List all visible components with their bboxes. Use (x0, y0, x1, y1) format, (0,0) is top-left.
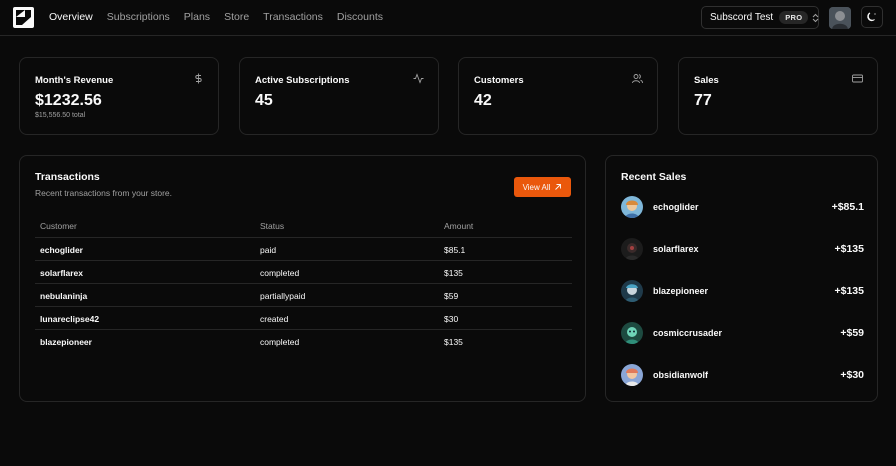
dollar-icon (195, 73, 202, 84)
avatar (621, 280, 643, 302)
customer-name: echoglider (653, 202, 699, 212)
status-cell: created (260, 314, 289, 324)
sale-amount: +$135 (834, 243, 865, 255)
stat-card-revenue: Month's Revenue $1232.56 $15,556.50 tota… (19, 57, 219, 135)
users-icon (632, 74, 643, 84)
amount-cell: $59 (444, 291, 459, 301)
transactions-card: Transactions Recent transactions from yo… (19, 155, 586, 402)
status-cell: completed (260, 268, 300, 278)
chevron-up-down-icon (812, 13, 819, 23)
sale-amount: +$30 (840, 369, 864, 381)
customer-name: solarflarex (653, 244, 699, 254)
stat-title: Month's Revenue (35, 75, 114, 86)
customer-cell: echoglider (40, 245, 83, 255)
amount-cell: $85.1 (444, 245, 466, 255)
stat-value: 77 (694, 92, 712, 109)
top-navigation: Overview Subscriptions Plans Store Trans… (0, 0, 896, 36)
customer-cell: blazepioneer (40, 337, 92, 347)
stat-subtext: $15,556.50 total (35, 112, 86, 119)
stat-title: Customers (474, 75, 524, 86)
table-header-row: Customer Status Amount (35, 215, 572, 238)
table-row[interactable]: echoglider paid $85.1 (35, 238, 572, 261)
nav-subscriptions[interactable]: Subscriptions (107, 11, 170, 24)
status-cell: paid (260, 245, 277, 255)
nav-overview[interactable]: Overview (49, 11, 93, 24)
view-all-label: View All (522, 182, 551, 192)
user-avatar[interactable] (829, 7, 851, 29)
app-logo[interactable] (13, 7, 34, 28)
plan-badge: PRO (779, 11, 809, 24)
logo-icon (16, 10, 31, 25)
customer-cell: nebulaninja (40, 291, 88, 301)
table-row[interactable]: lunareclipse42 created $30 (35, 307, 572, 330)
table-row[interactable]: solarflarex completed $135 (35, 261, 572, 284)
stat-value: $1232.56 (35, 92, 102, 109)
customer-name: obsidianwolf (653, 370, 708, 380)
nav-discounts[interactable]: Discounts (337, 11, 383, 24)
nav-transactions[interactable]: Transactions (263, 11, 323, 24)
column-header-customer: Customer (40, 221, 77, 231)
moon-icon (867, 12, 876, 22)
avatar (621, 238, 643, 260)
list-item[interactable]: solarflarex +$135 (621, 238, 864, 260)
table-row[interactable]: blazepioneer completed $135 (35, 330, 572, 353)
transactions-table: Customer Status Amount echoglider paid $… (35, 215, 572, 353)
status-cell: completed (260, 337, 300, 347)
activity-icon (413, 73, 424, 84)
stat-card-customers: Customers 42 (458, 57, 658, 135)
amount-cell: $135 (444, 337, 463, 347)
avatar (621, 196, 643, 218)
list-item[interactable]: cosmiccrusader +$59 (621, 322, 864, 344)
store-name: Subscord Test (710, 12, 774, 23)
stat-value: 45 (255, 92, 273, 109)
main-nav: Overview Subscriptions Plans Store Trans… (49, 11, 397, 24)
view-all-button[interactable]: View All (514, 177, 571, 197)
transactions-title: Transactions (35, 171, 100, 183)
customer-name: blazepioneer (653, 286, 709, 296)
nav-store[interactable]: Store (224, 11, 249, 24)
transactions-description: Recent transactions from your store. (35, 188, 173, 198)
stat-card-sales: Sales 77 (678, 57, 878, 135)
nav-plans[interactable]: Plans (184, 11, 210, 24)
amount-cell: $30 (444, 314, 459, 324)
status-cell: partiallypaid (260, 291, 306, 301)
avatar (621, 364, 643, 386)
column-header-amount: Amount (444, 221, 474, 231)
table-row[interactable]: nebulaninja partiallypaid $59 (35, 284, 572, 307)
customer-name: cosmiccrusader (653, 328, 723, 338)
list-item[interactable]: blazepioneer +$135 (621, 280, 864, 302)
stat-card-active-subscriptions: Active Subscriptions 45 (239, 57, 439, 135)
sale-amount: +$85.1 (831, 201, 864, 213)
stat-title: Active Subscriptions (255, 75, 350, 86)
amount-cell: $135 (444, 268, 463, 278)
stat-value: 42 (474, 92, 492, 109)
credit-card-icon (852, 74, 863, 83)
list-item[interactable]: obsidianwolf +$30 (621, 364, 864, 386)
store-switcher[interactable]: Subscord Test PRO (701, 6, 819, 29)
theme-toggle-button[interactable] (861, 6, 883, 28)
arrow-up-right-icon (555, 184, 562, 190)
list-item[interactable]: echoglider +$85.1 (621, 196, 864, 218)
avatar (621, 322, 643, 344)
recent-sales-card: Recent Sales echoglider +$85.1 solarflar… (605, 155, 878, 402)
recent-sales-title: Recent Sales (621, 171, 687, 183)
sale-amount: +$135 (834, 285, 865, 297)
column-header-status: Status (260, 221, 285, 231)
customer-cell: lunareclipse42 (40, 314, 100, 324)
sale-amount: +$59 (840, 327, 864, 339)
customer-cell: solarflarex (40, 268, 83, 278)
stat-title: Sales (694, 75, 719, 86)
